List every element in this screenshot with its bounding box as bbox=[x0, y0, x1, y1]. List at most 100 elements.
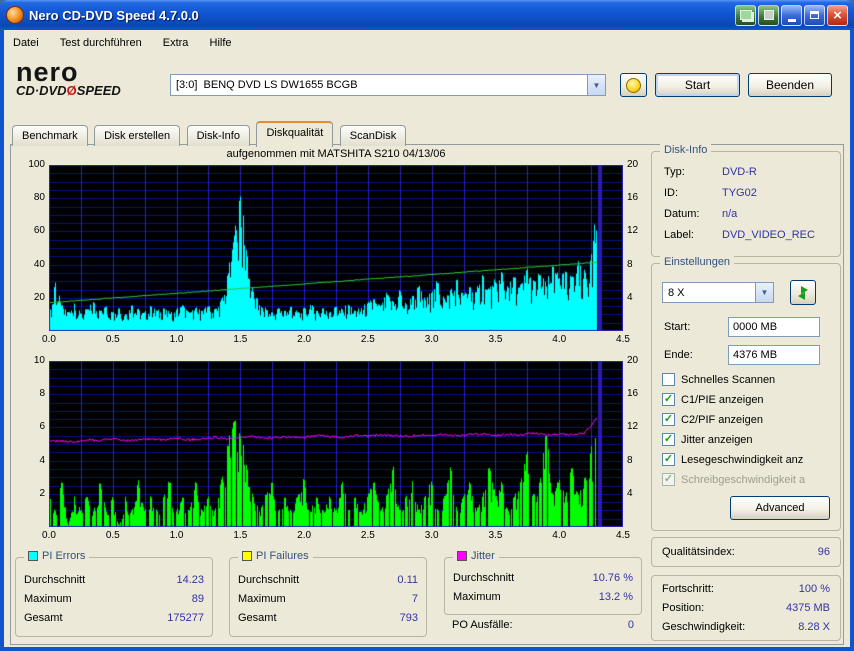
checkbox-label: Jitter anzeigen bbox=[681, 434, 753, 446]
progress-panel: Fortschritt:100 % Position:4375 MB Gesch… bbox=[651, 575, 841, 641]
maximize-icon bbox=[810, 11, 819, 19]
advanced-button-label: Advanced bbox=[756, 502, 805, 514]
close-button[interactable]: × bbox=[827, 5, 848, 26]
stat-label: Durchschnitt bbox=[453, 572, 514, 584]
checkbox-schnelles-scannen[interactable]: ✓ Schnelles Scannen bbox=[662, 372, 834, 387]
jitter-legend-label: Jitter bbox=[471, 550, 495, 562]
pi-errors-chart: aufgenommen mit MATSHITA S210 04/13/06 1… bbox=[11, 148, 659, 344]
titlebar[interactable]: Nero CD-DVD Speed 4.7.0.0 × bbox=[0, 0, 854, 30]
drive-select-value: [3:0] BENQ DVD LS DW1655 BCGB bbox=[171, 79, 587, 91]
disk-info-label: Typ: bbox=[664, 166, 722, 178]
progress-value: 100 % bbox=[799, 583, 830, 595]
stat-label: Durchschnitt bbox=[238, 574, 299, 586]
tab-diskqualitaet[interactable]: Diskqualität bbox=[256, 121, 333, 147]
stat-label: Durchschnitt bbox=[24, 574, 85, 586]
minimize-button[interactable] bbox=[781, 5, 802, 26]
menu-test-durchfuehren[interactable]: Test durchführen bbox=[51, 30, 151, 56]
maximize-button[interactable] bbox=[804, 5, 825, 26]
disk-info-panel: Disk-Info Typ:DVD-R ID:TYG02 Datum:n/a L… bbox=[651, 151, 841, 257]
axis-tick: 3.0 bbox=[417, 530, 447, 542]
checkbox-label: Schnelles Scannen bbox=[681, 374, 775, 386]
quit-button[interactable]: Beenden bbox=[748, 73, 832, 97]
checkbox-box[interactable]: ✓ bbox=[662, 473, 675, 486]
quit-button-label: Beenden bbox=[766, 78, 814, 92]
disc-icon bbox=[626, 78, 641, 93]
speed-select[interactable]: 8 X ▼ bbox=[662, 282, 774, 303]
po-failures-value: 0 bbox=[628, 619, 634, 631]
end-position-field[interactable] bbox=[728, 345, 820, 365]
pi-errors-legend: PI Errors bbox=[24, 550, 89, 562]
axis-tick: 40 bbox=[13, 259, 45, 271]
disk-info-label: Label: bbox=[664, 229, 722, 241]
nero-logo: nero CD·DVDØSPEED bbox=[16, 58, 166, 98]
start-position-field[interactable] bbox=[728, 317, 820, 337]
check-icon: ✓ bbox=[664, 474, 673, 485]
save-image-button[interactable] bbox=[758, 5, 779, 26]
axis-tick: 1.0 bbox=[162, 530, 192, 542]
app-window: Nero CD-DVD Speed 4.7.0.0 × Datei Test d… bbox=[0, 0, 854, 651]
chevron-down-icon[interactable]: ▼ bbox=[587, 75, 605, 95]
disc-info-tool-button[interactable] bbox=[620, 73, 647, 97]
checkbox-box[interactable]: ✓ bbox=[662, 393, 675, 406]
axis-tick: 80 bbox=[13, 192, 45, 204]
axis-tick: 4.5 bbox=[608, 530, 638, 542]
jitter-legend: Jitter bbox=[453, 550, 499, 562]
header: nero CD·DVDØSPEED [3:0] BENQ DVD LS DW16… bbox=[4, 56, 850, 120]
checkbox-schreibgeschwindigkeit[interactable]: ✓ Schreibgeschwindigkeit a bbox=[662, 472, 834, 487]
capture-window-button[interactable] bbox=[735, 5, 756, 26]
checkbox-box[interactable]: ✓ bbox=[662, 453, 675, 466]
checkbox-label: C2/PIF anzeigen bbox=[681, 414, 763, 426]
disk-info-value: TYG02 bbox=[722, 187, 757, 199]
menu-extra[interactable]: Extra bbox=[154, 30, 198, 56]
chart-title: aufgenommen mit MATSHITA S210 04/13/06 bbox=[49, 148, 623, 160]
menu-datei[interactable]: Datei bbox=[4, 30, 48, 56]
axis-tick: 100 bbox=[13, 159, 45, 171]
pi-failures-legend: PI Failures bbox=[238, 550, 313, 562]
stat-label: Gesamt bbox=[24, 612, 63, 624]
refresh-speed-button[interactable] bbox=[790, 280, 816, 305]
tab-scandisk[interactable]: ScanDisk bbox=[340, 125, 406, 146]
speed-label: Geschwindigkeit: bbox=[662, 621, 745, 633]
menu-hilfe[interactable]: Hilfe bbox=[201, 30, 241, 56]
tab-benchmark[interactable]: Benchmark bbox=[12, 125, 88, 146]
disk-info-label: Datum: bbox=[664, 208, 722, 220]
axis-tick: 0.5 bbox=[98, 530, 128, 542]
start-button[interactable]: Start bbox=[655, 73, 740, 97]
speed-value: 8.28 X bbox=[798, 621, 830, 633]
axis-tick: 6 bbox=[13, 421, 45, 433]
checkbox-box[interactable]: ✓ bbox=[662, 373, 675, 386]
checkbox-lesegeschwindigkeit[interactable]: ✓ Lesegeschwindigkeit anz bbox=[662, 452, 834, 467]
app-icon bbox=[6, 6, 24, 24]
disk-info-label: ID: bbox=[664, 187, 722, 199]
stat-value: 10.76 % bbox=[593, 572, 633, 584]
pi-failures-canvas bbox=[49, 361, 623, 527]
pi-errors-stats-panel: PI Errors Durchschnitt14.23 Maximum89 Ge… bbox=[15, 557, 213, 637]
jitter-stats-panel: Jitter Durchschnitt10.76 % Maximum13.2 % bbox=[444, 557, 642, 615]
checkbox-jitter[interactable]: ✓ Jitter anzeigen bbox=[662, 432, 834, 447]
pi-failures-plot: 108642201612840.00.51.01.52.02.53.03.54.… bbox=[11, 361, 659, 547]
po-failures-row: PO Ausfälle: 0 bbox=[452, 619, 634, 631]
progress-label: Fortschritt: bbox=[662, 583, 714, 595]
checkbox-c1-pie[interactable]: ✓ C1/PIE anzeigen bbox=[662, 392, 834, 407]
chevron-down-icon[interactable]: ▼ bbox=[755, 283, 773, 302]
pi-errors-plot: 10080604020201612840.00.51.01.52.02.53.0… bbox=[11, 165, 659, 351]
checkbox-box[interactable]: ✓ bbox=[662, 433, 675, 446]
tab-disk-info[interactable]: Disk-Info bbox=[187, 125, 250, 146]
drive-select[interactable]: [3:0] BENQ DVD LS DW1655 BCGB ▼ bbox=[170, 74, 606, 96]
overlapping-windows-icon bbox=[740, 10, 752, 20]
quality-index-panel: Qualitätsindex: 96 bbox=[651, 537, 841, 567]
checkbox-box[interactable]: ✓ bbox=[662, 413, 675, 426]
checkbox-label: Lesegeschwindigkeit anz bbox=[681, 454, 803, 466]
axis-tick: 20 bbox=[13, 292, 45, 304]
pi-failures-stats-panel: PI Failures Durchschnitt0.11 Maximum7 Ge… bbox=[229, 557, 427, 637]
checkbox-c2-pif[interactable]: ✓ C2/PIF anzeigen bbox=[662, 412, 834, 427]
axis-tick: 8 bbox=[13, 388, 45, 400]
window-content: Datei Test durchführen Extra Hilfe nero … bbox=[4, 30, 850, 647]
tab-disk-erstellen[interactable]: Disk erstellen bbox=[94, 125, 180, 146]
check-icon: ✓ bbox=[664, 394, 673, 405]
advanced-button[interactable]: Advanced bbox=[730, 496, 830, 520]
floppy-icon bbox=[764, 10, 774, 20]
refresh-icon bbox=[794, 286, 812, 300]
checkbox-label: Schreibgeschwindigkeit a bbox=[681, 474, 805, 486]
nero-logo-text: nero bbox=[16, 58, 166, 86]
